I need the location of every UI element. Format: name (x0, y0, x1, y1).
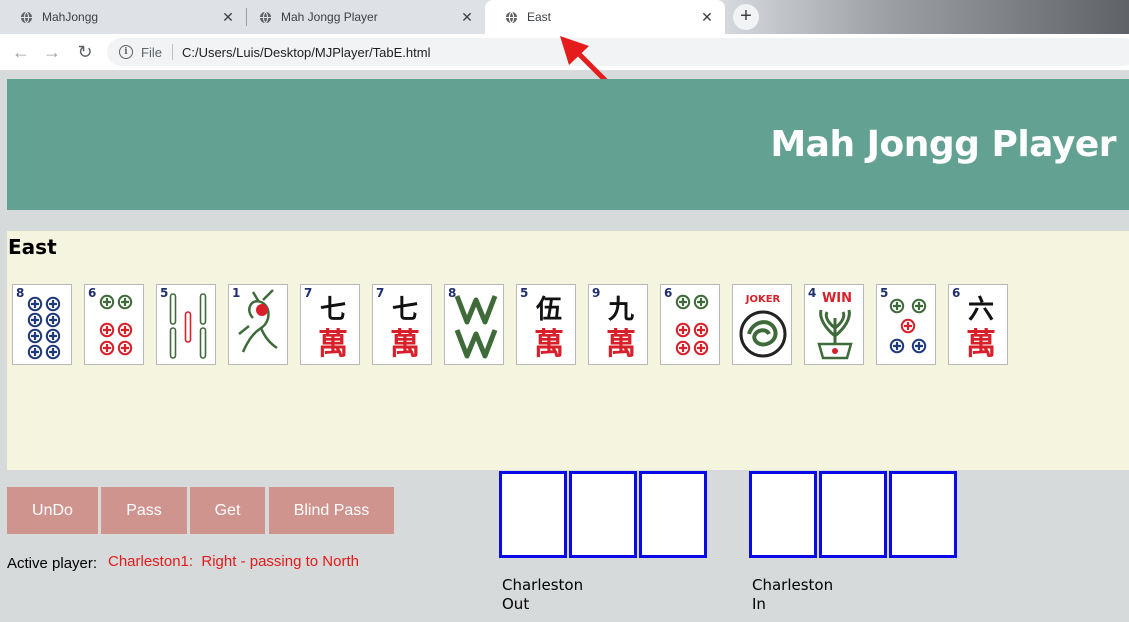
charleston-in-slot[interactable] (819, 471, 887, 558)
charleston-out-line2: Out (502, 595, 530, 613)
mahjong-tile[interactable]: 7七萬 (372, 284, 432, 365)
nine-crak-tile-icon: 九萬 (606, 295, 636, 362)
new-tab-button[interactable]: + (733, 4, 759, 30)
forward-arrow-icon[interactable]: → (43, 43, 61, 61)
eight-bam-tile-icon (454, 295, 498, 359)
mahjong-tile[interactable]: 6 (660, 284, 720, 365)
flower-win-tile-icon: WIN (817, 291, 853, 360)
charleston-in-line1: Charleston (752, 576, 834, 594)
close-tab-icon[interactable]: ✕ (699, 9, 715, 25)
six-dots-tile-icon (99, 294, 133, 356)
mahjong-tile[interactable]: 5伍萬 (516, 284, 576, 365)
browser-tab-strip: MahJongg ✕ Mah Jongg Player ✕ East ✕ + (0, 0, 1129, 34)
svg-text:九: 九 (607, 295, 634, 325)
mahjong-tile[interactable]: 4 WIN (804, 284, 864, 365)
svg-text:JOKER: JOKER (745, 294, 781, 305)
mahjong-tile[interactable]: 7七萬 (300, 284, 360, 365)
back-arrow-icon[interactable]: ← (12, 43, 30, 61)
svg-text:伍: 伍 (536, 295, 562, 325)
svg-text:萬: 萬 (966, 327, 996, 362)
address-url[interactable]: C:/Users/Luis/Desktop/MJPlayer/TabE.html (182, 45, 431, 60)
five-bam-tile-icon (169, 293, 207, 359)
charleston-in-slot[interactable] (749, 471, 817, 558)
svg-text:萬: 萬 (390, 327, 420, 362)
browser-tab-mahjongg[interactable]: MahJongg ✕ (0, 0, 246, 34)
svg-text:七: 七 (320, 295, 346, 325)
hand-panel: East 8 6 5 1 7 七萬 7 七萬 8 5 伍萬 9 九萬 6 JOKER 4 WIN 5 6 六萬 (7, 231, 1129, 470)
info-icon[interactable]: i (119, 45, 133, 59)
svg-text:萬: 萬 (606, 327, 636, 362)
blind-pass-button[interactable]: Blind Pass (269, 487, 394, 534)
globe-icon (20, 11, 33, 23)
mahjong-tile[interactable]: 5 (156, 284, 216, 365)
five-dots-tile-icon (889, 298, 927, 354)
scheme-label: File (141, 44, 162, 60)
six-dots-tile-icon (675, 294, 709, 356)
active-player-label: Active player: (7, 555, 98, 572)
pass-button[interactable]: Pass (101, 487, 187, 534)
mahjong-tile[interactable]: 9九萬 (588, 284, 648, 365)
tab-title: East (527, 10, 552, 24)
svg-text:萬: 萬 (318, 327, 348, 362)
joker-tile-icon: JOKER (739, 294, 787, 358)
five-crak-tile-icon: 伍萬 (534, 295, 564, 362)
browser-tab-east-active[interactable]: East ✕ (485, 0, 725, 34)
get-button[interactable]: Get (190, 487, 265, 534)
seven-crak-tile-icon: 七萬 (390, 295, 420, 362)
mahjong-tile[interactable]: 6六萬 (948, 284, 1008, 365)
charleston-out-slot[interactable] (569, 471, 637, 558)
mahjong-tile[interactable]: 8 (12, 284, 72, 365)
close-tab-icon[interactable]: ✕ (220, 9, 236, 25)
tab-title: Mah Jongg Player (281, 10, 378, 24)
mahjong-tile[interactable]: 6 (84, 284, 144, 365)
svg-text:七: 七 (392, 295, 418, 325)
globe-icon (259, 11, 272, 23)
mahjong-tile[interactable]: JOKER (732, 284, 792, 365)
address-divider (171, 44, 173, 60)
page-header: Mah Jongg Player (7, 79, 1129, 210)
close-tab-icon[interactable]: ✕ (459, 9, 475, 25)
globe-icon (505, 11, 518, 23)
charleston-out-slot[interactable] (499, 471, 567, 558)
six-crak-tile-icon: 六萬 (966, 295, 996, 362)
eight-dots-tile-icon (27, 296, 61, 360)
mahjong-tile[interactable]: 8 (444, 284, 504, 365)
svg-text:萬: 萬 (534, 327, 564, 362)
undo-button[interactable]: UnDo (7, 487, 98, 534)
player-name: East (8, 235, 57, 259)
charleston-in-caption: Charleston In (752, 576, 833, 614)
seven-crak-tile-icon: 七萬 (318, 295, 348, 362)
active-player-status: Charleston1: Right - passing to North (108, 553, 359, 570)
browser-tab-mah-jongg-player[interactable]: Mah Jongg Player ✕ (239, 0, 485, 34)
charleston-out-caption: Charleston Out (502, 576, 583, 614)
charleston-in-slot[interactable] (889, 471, 957, 558)
charleston-in-line2: In (752, 595, 766, 613)
svg-text:WIN: WIN (822, 291, 852, 306)
svg-text:六: 六 (968, 295, 994, 325)
reload-icon[interactable]: ↻ (76, 43, 94, 61)
charleston-out-line1: Charleston (502, 576, 584, 594)
one-bam-bird-tile-icon (238, 289, 278, 353)
page-title: Mah Jongg Player (770, 124, 1116, 165)
mahjong-tile[interactable]: 1 (228, 284, 288, 365)
mahjong-tile[interactable]: 5 (876, 284, 936, 365)
charleston-out-slot[interactable] (639, 471, 707, 558)
tab-title: MahJongg (42, 10, 99, 24)
